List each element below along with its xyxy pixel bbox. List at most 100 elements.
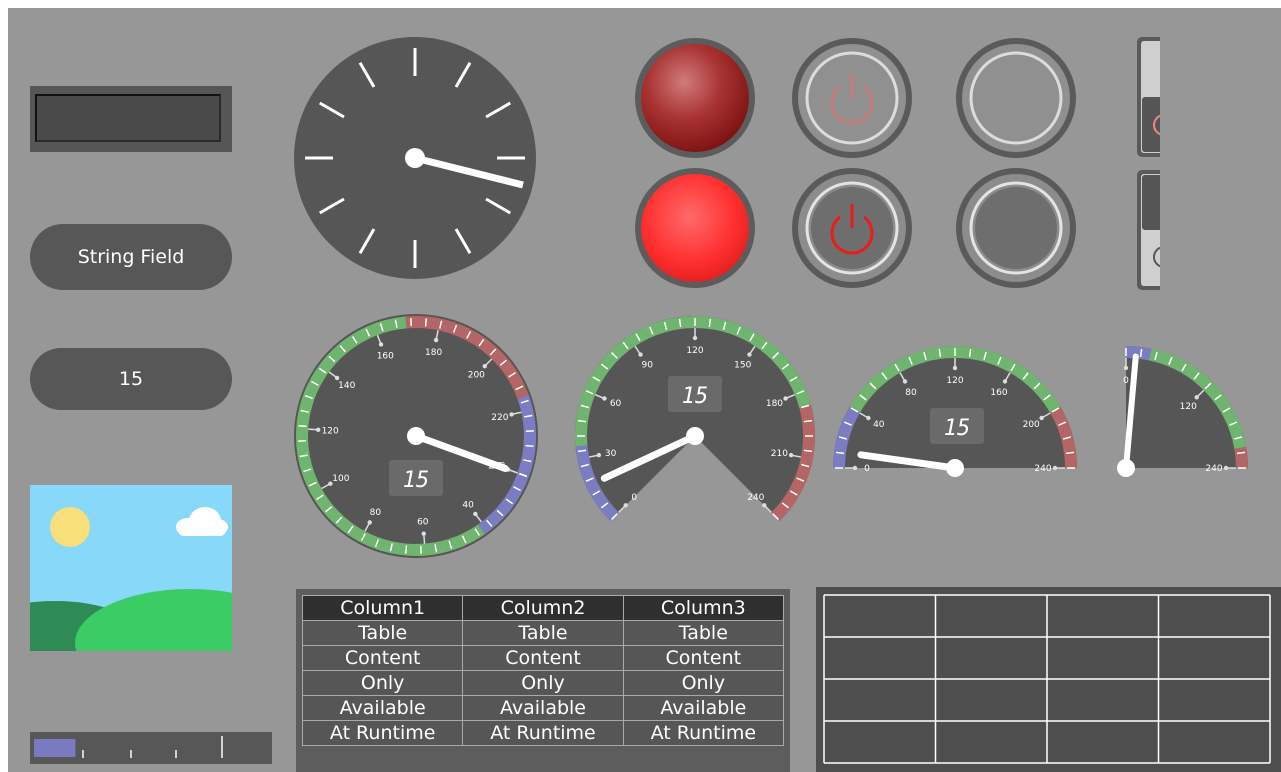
gauge-tick-dot <box>1002 379 1008 384</box>
gauge-tick-dot <box>1052 465 1058 471</box>
column-header[interactable]: Column2 <box>462 595 624 621</box>
led-indicator-off <box>635 38 755 158</box>
grid-widget[interactable] <box>816 587 1281 772</box>
table-row[interactable]: Table Table Table <box>301 620 785 646</box>
round-button-pressed[interactable] <box>956 168 1076 288</box>
slider[interactable] <box>30 732 272 764</box>
gauge-tick <box>803 419 813 423</box>
table-cell: At Runtime <box>462 720 624 746</box>
gauge-tick-dot <box>1039 415 1044 421</box>
gauge-tick <box>968 348 972 358</box>
table-row[interactable]: Available Available Available <box>301 695 785 721</box>
three-quarter-gauge: 0 30 60 90 120 150 180 210 240 15 <box>575 316 815 521</box>
table-header-row: Column1 Column2 Column3 <box>301 595 785 621</box>
table-cell: Table <box>301 620 464 646</box>
gauge-tick <box>525 444 534 448</box>
gauge-tick-label: 120 <box>686 346 703 356</box>
lcd-screen <box>35 94 221 142</box>
gauge-tick-dot <box>473 511 478 517</box>
table-cell: Available <box>301 695 464 721</box>
gauge-tick-label: 0 <box>1123 376 1129 386</box>
gauge-tick-label: 180 <box>766 399 783 409</box>
gauge-tick-dot <box>602 396 607 401</box>
gauge-tick <box>1236 451 1246 455</box>
gauge-tick <box>678 318 682 328</box>
sun-icon <box>50 507 90 547</box>
gauge-tick-label: 210 <box>771 449 788 459</box>
gauge-tick-label: 80 <box>905 388 917 398</box>
gauge-tick-label: 100 <box>332 474 349 484</box>
gauge-tick-label: 80 <box>370 508 382 518</box>
gauge-tick <box>708 318 712 328</box>
gauge-tick-dot <box>638 352 643 357</box>
table-cell: Only <box>301 670 464 696</box>
led-indicator-on <box>635 168 755 288</box>
table-row[interactable]: Content Content Content <box>301 645 785 671</box>
gauge-pivot <box>686 427 704 445</box>
power-button-on[interactable] <box>792 168 912 288</box>
string-field-label: String Field <box>77 246 185 268</box>
gauge-tick-dot <box>902 379 908 384</box>
gauge-tick-dot <box>482 363 487 369</box>
gauge-tick-label: 180 <box>425 348 442 358</box>
gauge-tick-dot <box>1123 365 1129 371</box>
table-cell: At Runtime <box>622 720 785 746</box>
gauge-tick-dot <box>433 337 439 343</box>
gauge-tick <box>404 545 408 554</box>
gauge-tick-label: 120 <box>1180 402 1197 412</box>
gauge-tick-label: 120 <box>946 376 963 386</box>
gauge-value: 15 <box>944 416 971 441</box>
data-table[interactable]: Column1 Column2 Column3 Table Table Tabl… <box>296 589 790 772</box>
gauge-tick <box>803 449 813 453</box>
table-row[interactable]: Only Only Only <box>301 670 785 696</box>
gauge-tick-label: 160 <box>990 388 1007 398</box>
gauge-tick-dot <box>334 375 340 381</box>
analog-clock <box>294 37 536 279</box>
gauge-tick-dot <box>852 465 858 471</box>
gauge-tick-dot <box>367 520 372 525</box>
column-header[interactable]: Column1 <box>301 595 464 621</box>
gauge-tick-dot <box>1194 395 1199 400</box>
gauge-tick-label: 200 <box>468 371 485 381</box>
gauge-tick-label: 40 <box>873 420 885 430</box>
column-header[interactable]: Column3 <box>622 595 785 621</box>
gauge-tick-dot <box>378 342 384 347</box>
gauge-tick <box>1139 348 1143 358</box>
toggle-switch-off[interactable] <box>1137 37 1160 157</box>
table-cell: Content <box>462 645 624 671</box>
table[interactable]: Column1 Column2 Column3 Table Table Tabl… <box>301 595 785 746</box>
string-field[interactable]: String Field <box>30 224 232 290</box>
gauge-tick-label: 120 <box>322 427 339 437</box>
gauge-pivot <box>1117 459 1135 477</box>
gauge-value: 15 <box>682 384 709 409</box>
slider-fill[interactable] <box>34 739 76 757</box>
power-button-off[interactable] <box>792 38 912 158</box>
gauge-tick-label: 240 <box>1034 464 1051 474</box>
number-field[interactable]: 15 <box>30 348 232 410</box>
clock-pivot <box>405 148 425 168</box>
gauge-tick-dot <box>692 335 698 341</box>
number-field-value: 15 <box>118 368 144 390</box>
quarter-gauge: 0 120 240 <box>1117 346 1248 477</box>
full-gauge: 2040608010012014016018020022024015 <box>294 314 538 558</box>
table-cell: At Runtime <box>301 720 464 746</box>
grid-lines <box>823 594 1271 764</box>
indicator-group <box>635 37 1160 290</box>
image-widget <box>30 485 232 651</box>
gauge-tick-label: 90 <box>641 360 653 370</box>
gauge-tick-label: 240 <box>747 493 764 503</box>
gauge-tick-dot <box>596 452 602 458</box>
gauge-tick <box>835 451 845 455</box>
gauge-tick-label: 150 <box>734 360 751 370</box>
table-cell: Available <box>462 695 624 721</box>
table-cell: Table <box>462 620 624 646</box>
gauge-tick-label: 0 <box>864 464 870 474</box>
gauge-tick-dot <box>866 415 871 421</box>
table-cell: Content <box>301 645 464 671</box>
toggle-switch-on[interactable] <box>1137 170 1160 290</box>
gauge-tick <box>1065 451 1075 455</box>
gauge-tick-label: 60 <box>417 518 429 528</box>
table-row[interactable]: At Runtime At Runtime At Runtime <box>301 720 785 746</box>
table-cell: Table <box>622 620 785 646</box>
round-button-released[interactable] <box>956 38 1076 158</box>
